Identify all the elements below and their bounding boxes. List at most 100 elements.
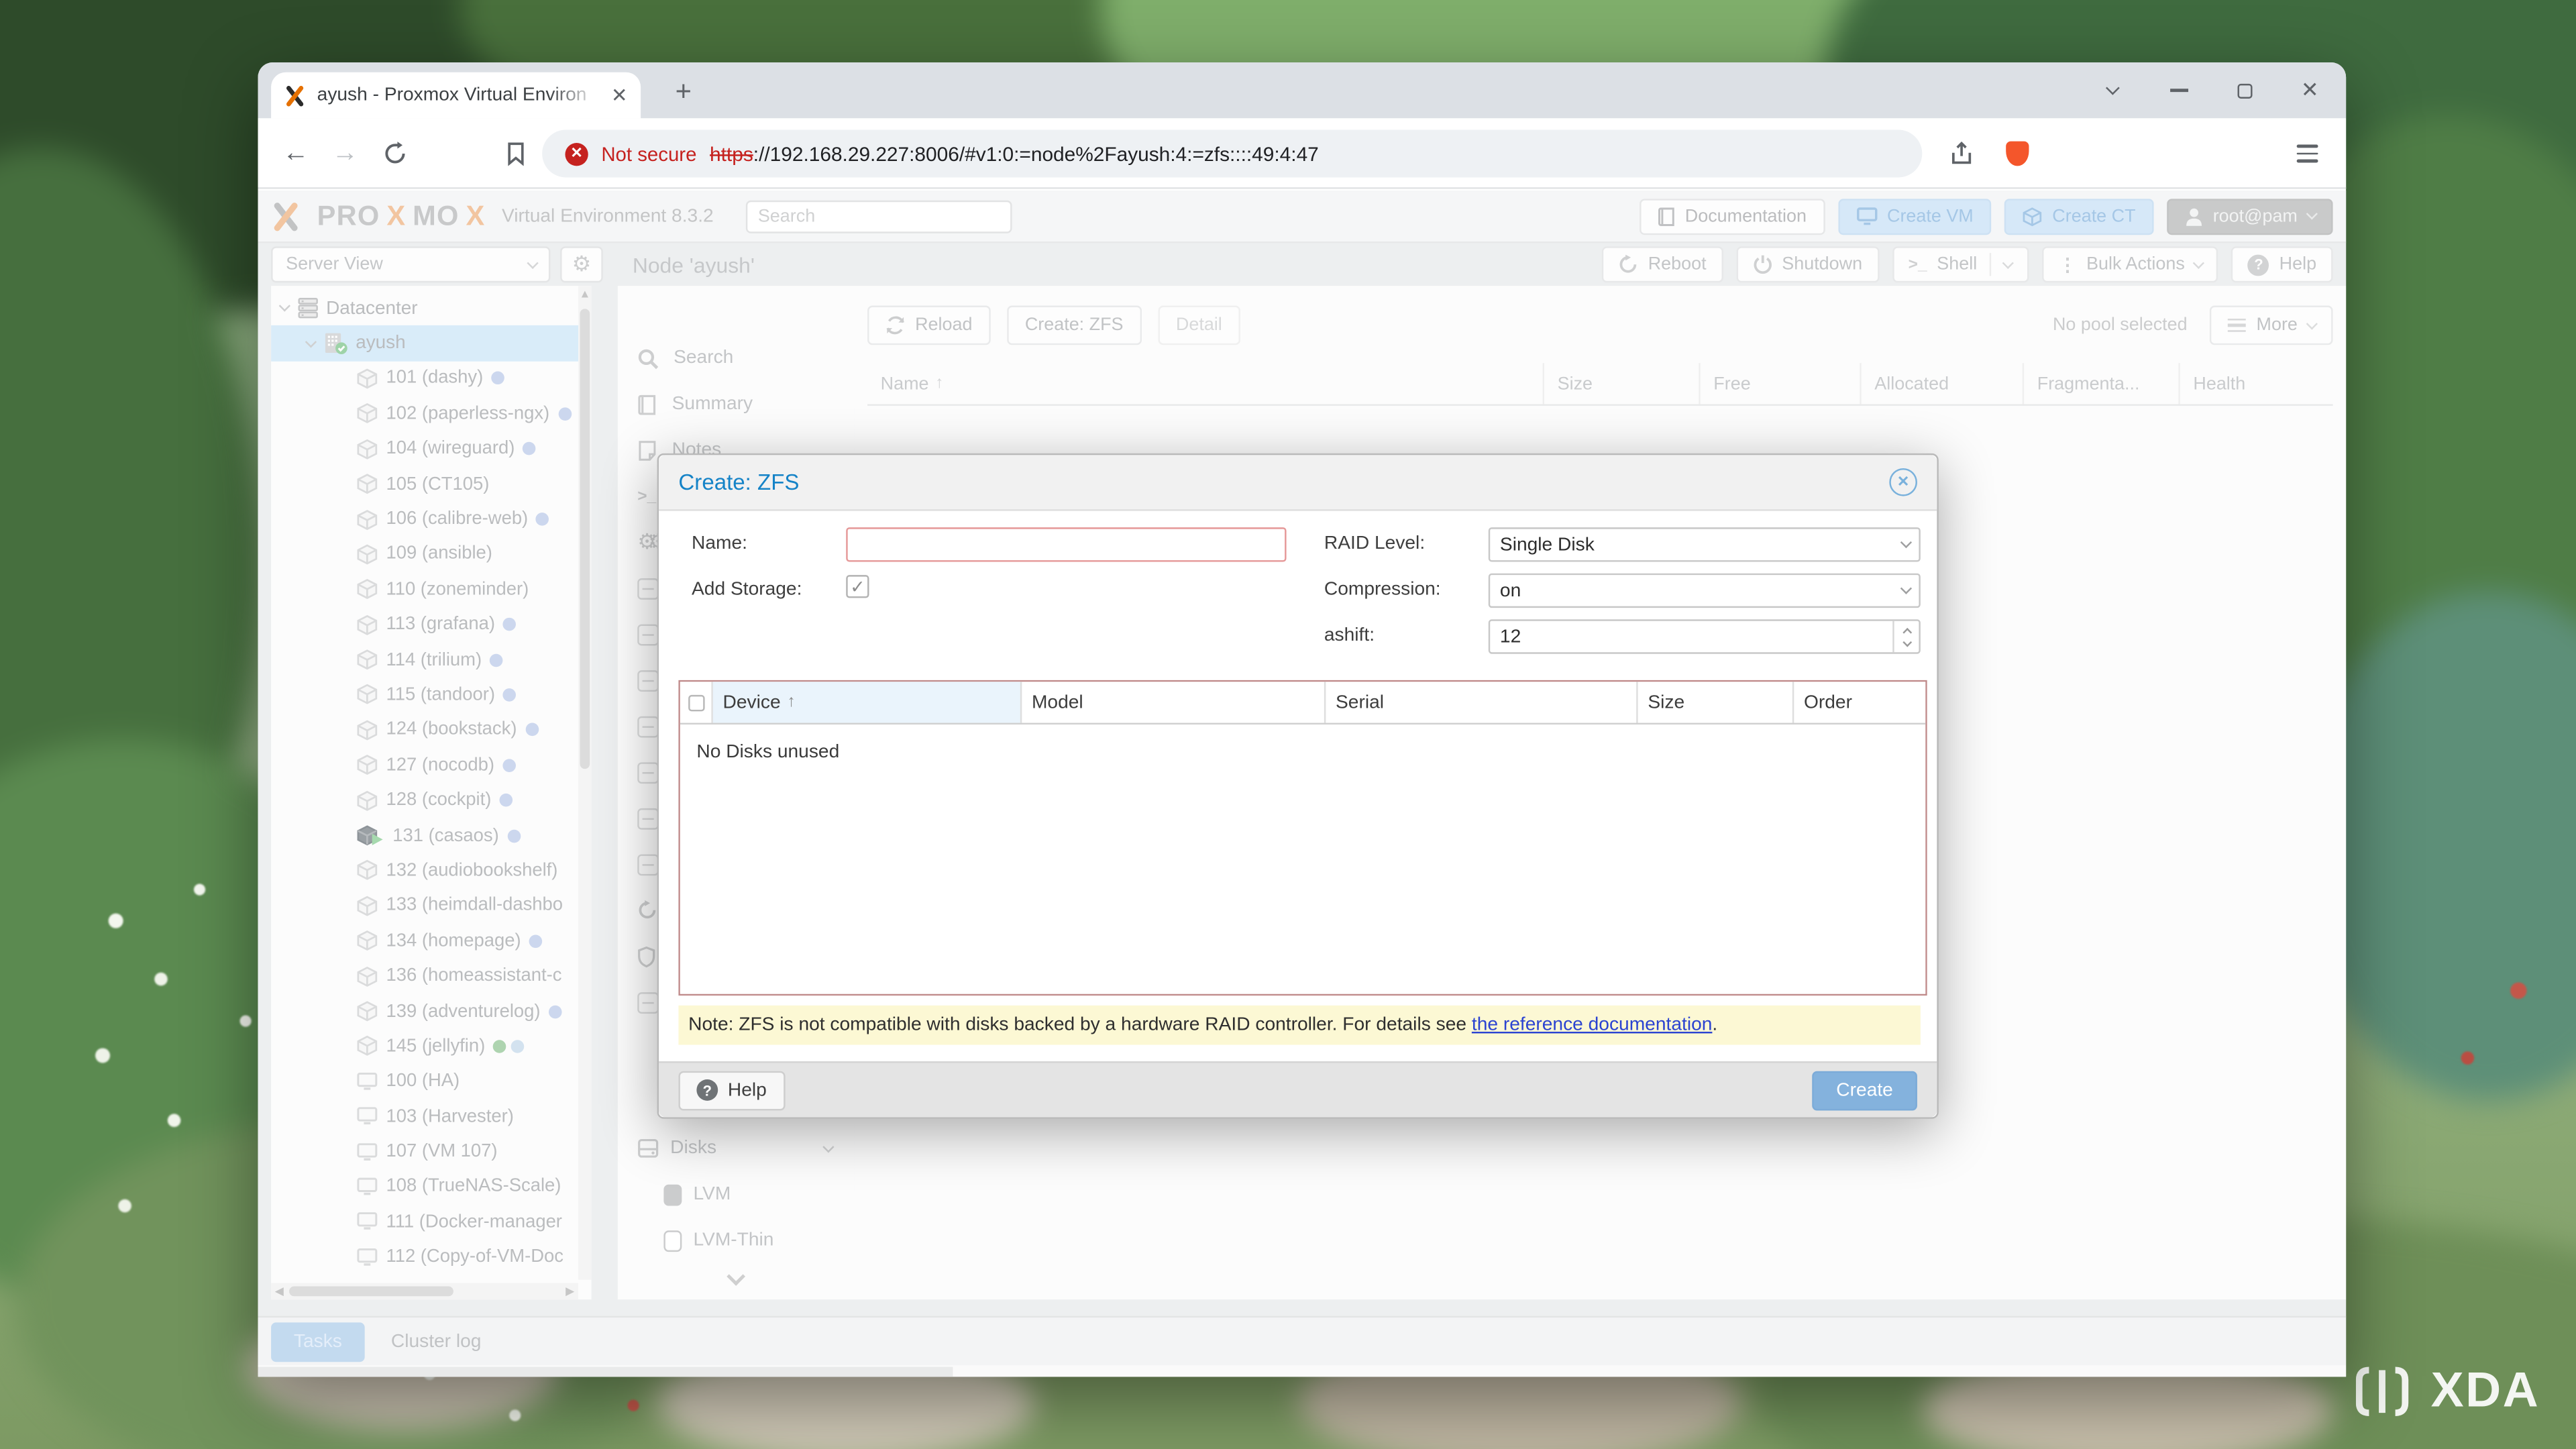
scrollbar-thumb[interactable]: [580, 309, 590, 769]
chevron-down-icon[interactable]: [2003, 257, 2015, 268]
share-button[interactable]: [1937, 118, 1986, 189]
menu-item-search[interactable]: Search: [618, 335, 855, 382]
menu-item-lvm-thin[interactable]: LVM-Thin: [618, 1218, 855, 1264]
back-button[interactable]: ←: [271, 118, 320, 189]
stepper-buttons[interactable]: [1892, 621, 1919, 653]
tree-item[interactable]: 115 (tandoor): [271, 678, 578, 712]
tree-item[interactable]: 127 (nocodb): [271, 747, 578, 782]
tree-item[interactable]: 131 (casaos): [271, 818, 578, 853]
tree-horizontal-scrollbar[interactable]: ◀ ▶: [271, 1283, 579, 1300]
dialog-titlebar[interactable]: Create: ZFS ✕: [659, 455, 1937, 511]
tab-close-icon[interactable]: ✕: [611, 84, 628, 107]
tree-item[interactable]: 103 (Harvester): [271, 1099, 578, 1134]
tree-vertical-scrollbar[interactable]: ▲: [578, 286, 592, 1280]
tree-item[interactable]: 113 (grafana): [271, 607, 578, 642]
collapse-chevron-icon[interactable]: [822, 1140, 833, 1152]
dialog-help-button[interactable]: ? Help: [678, 1070, 785, 1110]
reference-documentation-link[interactable]: the reference documentation: [1472, 1015, 1713, 1034]
select-all-checkbox[interactable]: [680, 682, 713, 723]
tree-item[interactable]: 124 (bookstack): [271, 712, 578, 747]
column-header-size[interactable]: Size: [1638, 682, 1794, 723]
tree-item[interactable]: 114 (trilium): [271, 642, 578, 677]
compression-select[interactable]: on: [1488, 573, 1921, 608]
tree-item[interactable]: 110 (zoneminder): [271, 572, 578, 607]
new-tab-button[interactable]: +: [662, 70, 705, 113]
user-menu-button[interactable]: root@pam: [2167, 198, 2333, 234]
add-storage-checkbox[interactable]: ✓: [846, 575, 869, 598]
tree-item[interactable]: 132 (audiobookshelf): [271, 853, 578, 888]
expand-chevron-icon[interactable]: [279, 301, 290, 311]
column-header-model[interactable]: Model: [1022, 682, 1326, 723]
bookmark-icon[interactable]: [491, 118, 540, 189]
reload-button[interactable]: [370, 118, 419, 189]
tree-item[interactable]: 109 (ansible): [271, 537, 578, 572]
tree-item[interactable]: 100 (HA): [271, 1064, 578, 1099]
dialog-create-button[interactable]: Create: [1812, 1070, 1917, 1110]
help-button[interactable]: ? Help: [2231, 246, 2333, 283]
column-header-device[interactable]: Device ↑: [712, 682, 1022, 723]
tree-item[interactable]: 111 (Docker-manager: [271, 1204, 578, 1239]
tree-item[interactable]: 108 (TrueNAS-Scale): [271, 1169, 578, 1204]
tree-item[interactable]: 134 (homepage): [271, 923, 578, 958]
tree-item-datacenter[interactable]: Datacenter: [271, 290, 578, 325]
column-header-order[interactable]: Order: [1794, 682, 1925, 722]
create-ct-button[interactable]: Create CT: [2004, 198, 2154, 234]
tree-item[interactable]: 133 (heimdall-dashbo: [271, 888, 578, 923]
menu-item-disks[interactable]: Disks: [618, 1126, 855, 1172]
column-header-size[interactable]: Size: [1544, 363, 1701, 405]
name-input[interactable]: [846, 527, 1287, 562]
url-text[interactable]: https://192.168.29.227:8006/#v1:0:=node%…: [710, 142, 1319, 165]
shell-button[interactable]: >_ Shell: [1892, 246, 2029, 283]
scroll-left-icon[interactable]: ◀: [271, 1285, 287, 1298]
detail-button[interactable]: Detail: [1157, 305, 1240, 345]
column-header-serial[interactable]: Serial: [1326, 682, 1638, 723]
ashift-stepper[interactable]: 12: [1488, 619, 1921, 654]
tree-settings-button[interactable]: ⚙: [560, 246, 603, 283]
window-maximize-button[interactable]: [2221, 62, 2267, 118]
tree-item[interactable]: 101 (dashy): [271, 361, 578, 396]
tree-item[interactable]: 106 (calibre-web): [271, 502, 578, 537]
column-header-fragmentation[interactable]: Fragmenta...: [2024, 363, 2180, 405]
reboot-button[interactable]: Reboot: [1602, 246, 1723, 283]
tree-item[interactable]: 128 (cockpit): [271, 783, 578, 818]
tasks-button[interactable]: Tasks: [271, 1322, 365, 1361]
view-selector[interactable]: Server View: [271, 246, 551, 283]
browser-menu-button[interactable]: [2282, 118, 2331, 189]
documentation-button[interactable]: Documentation: [1639, 198, 1825, 234]
tree-item[interactable]: 105 (CT105): [271, 466, 578, 501]
raid-level-select[interactable]: Single Disk: [1488, 527, 1921, 562]
tree-item-node-ayush[interactable]: ayush: [271, 325, 579, 362]
column-header-allocated[interactable]: Allocated: [1862, 363, 2025, 405]
forward-button[interactable]: →: [321, 118, 370, 189]
reload-button[interactable]: Reload: [867, 305, 991, 345]
tree-item[interactable]: 139 (adventurelog): [271, 994, 578, 1028]
pve-search-input[interactable]: [746, 199, 1013, 233]
column-header-name[interactable]: Name ↑: [867, 363, 1545, 405]
more-button[interactable]: More: [2210, 305, 2333, 345]
address-bar[interactable]: ✕ Not secure https://192.168.29.227:8006…: [542, 129, 1923, 178]
column-header-health[interactable]: Health: [2180, 363, 2331, 404]
tree-item[interactable]: 112 (Copy-of-VM-Doc: [271, 1240, 578, 1275]
create-zfs-button[interactable]: Create: ZFS: [1006, 305, 1142, 345]
browser-tab[interactable]: ayush - Proxmox Virtual Environ ✕: [271, 72, 641, 119]
tab-search-chevron-icon[interactable]: [2090, 62, 2136, 118]
tree-item[interactable]: 107 (VM 107): [271, 1134, 578, 1169]
tree-item[interactable]: 104 (wireguard): [271, 431, 578, 466]
create-vm-button[interactable]: Create VM: [1837, 198, 1992, 234]
expand-chevron-icon[interactable]: [305, 335, 317, 347]
menu-scroll-down-icon[interactable]: [727, 1267, 745, 1286]
column-header-free[interactable]: Free: [1701, 363, 1862, 405]
tree-item[interactable]: 102 (paperless-ngx): [271, 396, 578, 431]
shutdown-button[interactable]: Shutdown: [1735, 246, 1879, 283]
menu-item-summary[interactable]: Summary: [618, 381, 855, 427]
tree-item[interactable]: 145 (jellyfin): [271, 1029, 578, 1064]
scrollbar-thumb[interactable]: [289, 1286, 453, 1297]
tree-item[interactable]: 136 (homeassistant-c: [271, 959, 578, 994]
scroll-up-icon[interactable]: ▲: [578, 286, 592, 302]
window-minimize-button[interactable]: [2155, 62, 2202, 118]
menu-item-lvm[interactable]: LVM: [618, 1171, 855, 1218]
brave-shields-button[interactable]: [1993, 118, 2042, 189]
not-secure-label[interactable]: Not secure: [601, 142, 696, 165]
bulk-actions-button[interactable]: ⋮ Bulk Actions: [2041, 246, 2219, 283]
dialog-close-icon[interactable]: ✕: [1889, 468, 1917, 496]
